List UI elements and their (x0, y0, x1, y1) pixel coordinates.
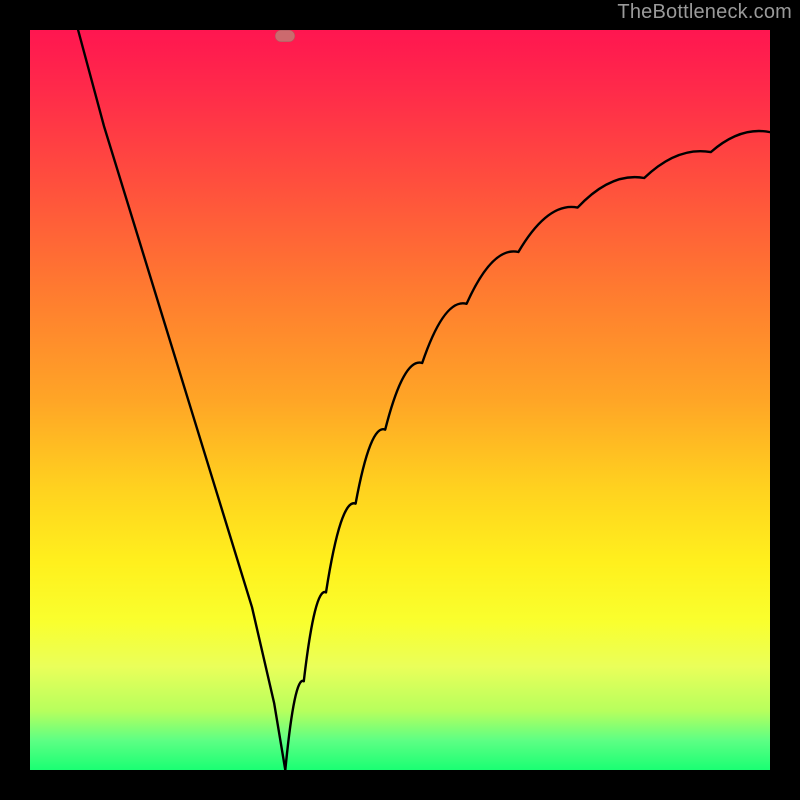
chart-frame: TheBottleneck.com (0, 0, 800, 800)
curve-layer (30, 30, 770, 770)
watermark-text: TheBottleneck.com (617, 1, 792, 24)
plot-area (30, 30, 770, 770)
optimum-marker (275, 30, 295, 42)
bottleneck-curve (78, 30, 770, 770)
